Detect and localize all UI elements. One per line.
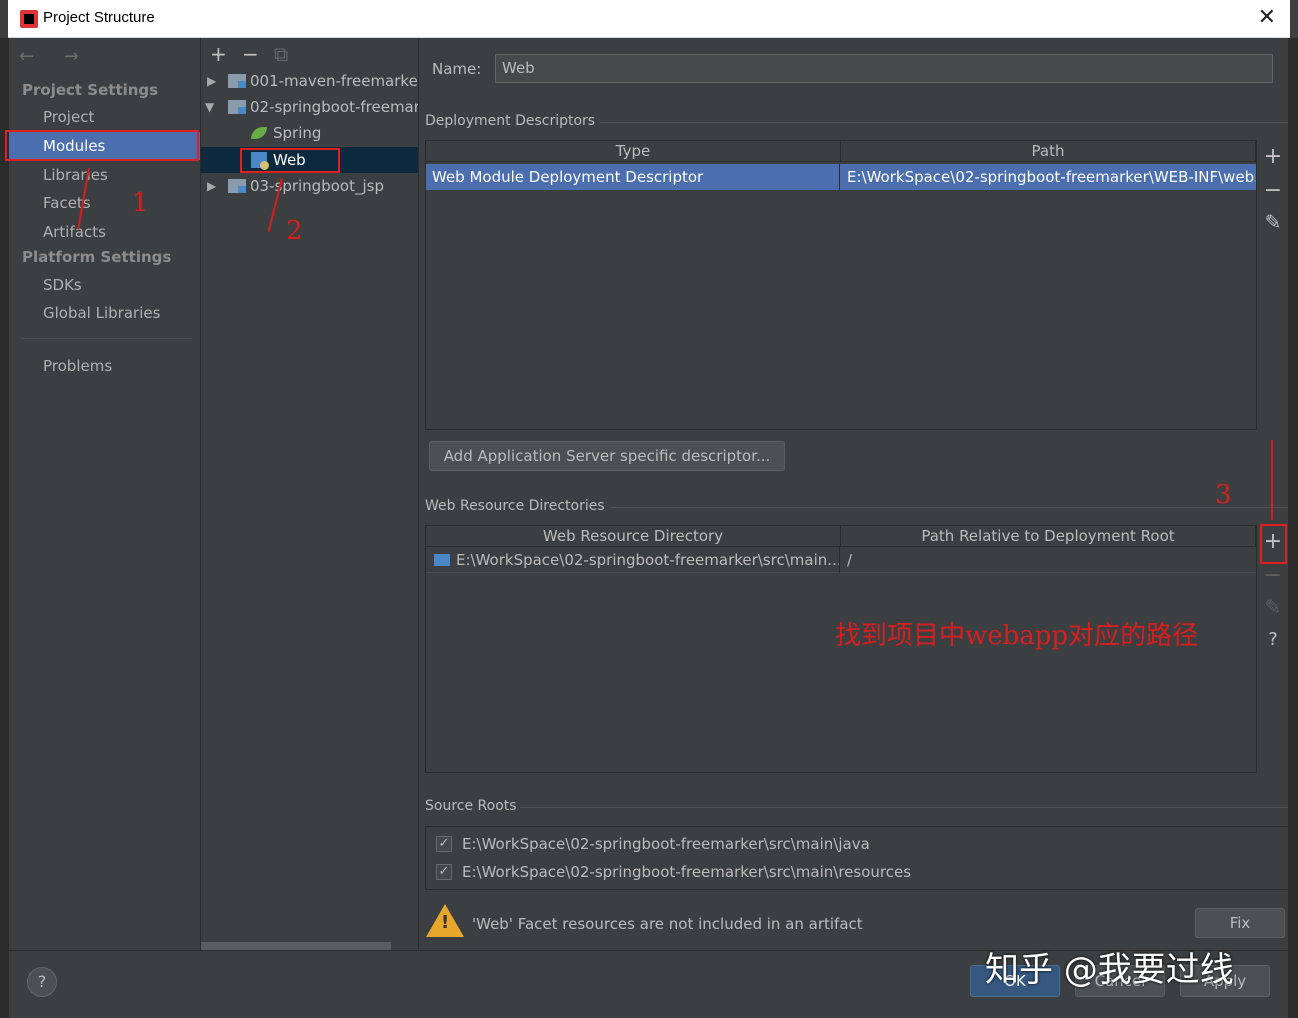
annotation-box-add	[1260, 524, 1287, 564]
column-header-path-relative[interactable]: Path Relative to Deployment Root	[841, 526, 1256, 547]
descriptor-path-cell: E:\WorkSpace\02-springboot-freemarker\WE…	[847, 168, 1256, 186]
deployment-descriptors-table: Type Path Web Module Deployment Descript…	[425, 140, 1257, 430]
annotation-arrow-3	[1271, 440, 1273, 520]
nav-item-project[interactable]: Project	[9, 103, 200, 131]
source-root-label: E:\WorkSpace\02-springboot-freemarker\sr…	[462, 863, 912, 881]
edit-web-resource-icon[interactable]: ✎	[1259, 595, 1287, 619]
source-roots-list: ✓ E:\WorkSpace\02-springboot-freemarker\…	[425, 826, 1288, 890]
spring-icon	[251, 127, 267, 139]
annotation-box-modules	[5, 130, 199, 161]
web-resource-directory-cell: E:\WorkSpace\02-springboot-freemarker\sr…	[450, 547, 840, 573]
table-row[interactable]: E:\WorkSpace\02-springboot-freemarker\sr…	[426, 547, 1256, 573]
window-title: Project Structure	[43, 9, 155, 26]
tree-node-03-springboot-jsp[interactable]: ▶ 03-springboot_jsp	[201, 173, 418, 199]
source-roots-title: Source Roots	[425, 798, 517, 814]
help-icon[interactable]: ?	[27, 967, 57, 997]
settings-nav: ← → Project Settings Project Modules Lib…	[9, 38, 201, 950]
section-divider	[600, 122, 1288, 123]
column-header-path[interactable]: Path	[841, 141, 1256, 162]
background-ide-strip-right	[1288, 38, 1298, 1018]
source-root-label: E:\WorkSpace\02-springboot-freemarker\sr…	[462, 835, 870, 853]
nav-item-problems[interactable]: Problems	[9, 352, 200, 380]
back-forward-icons[interactable]: ← →	[19, 46, 91, 67]
nav-item-libraries[interactable]: Libraries	[9, 161, 200, 189]
descriptor-type-cell: Web Module Deployment Descriptor	[426, 164, 840, 190]
intellij-icon	[20, 10, 38, 28]
platform-settings-header: Platform Settings	[22, 248, 172, 266]
table-row[interactable]: Web Module Deployment Descriptor E:\Work…	[426, 164, 1256, 190]
facet-editor: Name: Web Deployment Descriptors Type Pa…	[420, 38, 1288, 950]
remove-icon[interactable]: −	[242, 42, 259, 66]
add-icon[interactable]: +	[210, 42, 227, 66]
nav-item-artifacts[interactable]: Artifacts	[9, 218, 200, 246]
nav-item-global-libraries[interactable]: Global Libraries	[9, 299, 200, 327]
tree-node-label: 001-maven-freemarker	[250, 72, 419, 90]
table-header: Web Resource Directory Path Relative to …	[426, 526, 1256, 547]
title-bar: Project Structure ✕	[8, 0, 1290, 38]
tree-node-label: 02-springboot-freemar	[250, 98, 419, 116]
annotation-step-3: 3	[1215, 480, 1232, 510]
section-divider	[610, 507, 1288, 508]
nav-divider	[22, 338, 192, 339]
column-header-web-resource-directory[interactable]: Web Resource Directory	[426, 526, 841, 547]
module-folder-icon	[228, 74, 246, 88]
deployment-descriptors-title: Deployment Descriptors	[425, 113, 596, 129]
expand-icon[interactable]: ▶	[207, 68, 216, 94]
tree-node-spring[interactable]: Spring	[201, 120, 418, 146]
add-server-descriptor-button[interactable]: Add Application Server specific descript…	[429, 441, 785, 471]
fix-button[interactable]: Fix	[1195, 908, 1285, 938]
annotation-step-2: 2	[286, 216, 303, 246]
checkbox[interactable]: ✓	[436, 864, 452, 880]
name-field[interactable]: Web	[495, 54, 1273, 83]
project-structure-dialog: Project Structure ✕ ← → Project Settings…	[0, 0, 1298, 1018]
close-icon[interactable]: ✕	[1258, 5, 1276, 30]
annotation-box-web	[240, 148, 340, 173]
web-resource-directories-title: Web Resource Directories	[425, 498, 605, 514]
module-tree: + − ⧉ ▶ 001-maven-freemarker ▼ 02-spring…	[201, 38, 419, 950]
tree-node-label: Spring	[273, 124, 322, 142]
remove-descriptor-icon[interactable]: −	[1259, 178, 1287, 203]
horizontal-scrollbar[interactable]	[201, 942, 391, 950]
nav-item-facets[interactable]: Facets	[9, 189, 200, 217]
expand-icon[interactable]: ▶	[207, 173, 216, 199]
web-folder-icon	[434, 554, 450, 566]
project-settings-header: Project Settings	[22, 81, 159, 99]
table-header: Type Path	[426, 141, 1256, 162]
annotation-note: 找到项目中webapp对应的路径	[835, 621, 1199, 651]
section-divider	[520, 807, 1288, 808]
zhihu-watermark: 知乎 @我要过线	[985, 950, 1234, 990]
column-header-type[interactable]: Type	[426, 141, 841, 162]
collapse-icon[interactable]: ▼	[205, 94, 214, 120]
annotation-step-1: 1	[132, 188, 149, 218]
remove-web-resource-icon[interactable]: −	[1259, 563, 1287, 588]
tree-node-02-springboot-freemarker[interactable]: ▼ 02-springboot-freemar	[201, 94, 419, 120]
module-folder-icon	[228, 100, 246, 114]
deployment-root-path-cell: /	[847, 551, 853, 569]
warning-text: 'Web' Facet resources are not included i…	[472, 915, 863, 933]
warning-icon: !	[426, 904, 464, 937]
nav-item-sdks[interactable]: SDKs	[9, 271, 200, 299]
add-descriptor-icon[interactable]: +	[1259, 144, 1287, 169]
module-folder-icon	[228, 179, 246, 193]
tree-node-001-maven-freemarker[interactable]: ▶ 001-maven-freemarker	[201, 68, 419, 94]
name-label: Name:	[432, 60, 482, 78]
background-ide-strip	[0, 38, 9, 1018]
copy-icon[interactable]: ⧉	[274, 42, 288, 66]
help-icon[interactable]: ?	[1259, 629, 1287, 650]
tree-node-label: 03-springboot_jsp	[250, 177, 384, 195]
edit-descriptor-icon[interactable]: ✎	[1259, 210, 1287, 234]
checkbox[interactable]: ✓	[436, 836, 452, 852]
